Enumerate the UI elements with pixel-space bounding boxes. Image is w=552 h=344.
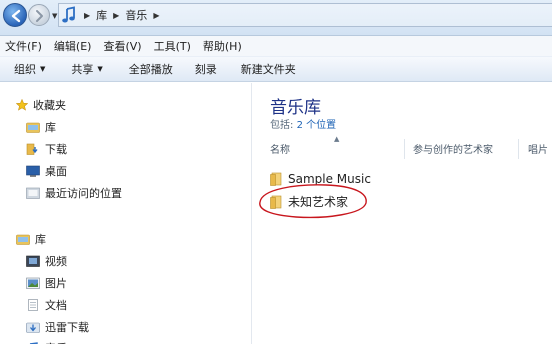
nav-lib-documents[interactable]: 文档 bbox=[26, 297, 67, 313]
nav-fav-downloads[interactable]: 下载 bbox=[26, 141, 67, 157]
desktop-icon bbox=[26, 165, 40, 177]
nav-libraries[interactable]: 库 bbox=[16, 231, 46, 247]
address-bar: ▼ ▶ 库 ▶ 音乐 ▶ bbox=[0, 0, 552, 36]
breadcrumb-separator-icon[interactable]: ▶ bbox=[113, 11, 119, 20]
library-icon bbox=[16, 234, 30, 245]
nav-favorites[interactable]: 收藏夹 bbox=[16, 97, 66, 113]
menu-bar: 文件(F) 编辑(E) 查看(V) 工具(T) 帮助(H) bbox=[0, 36, 552, 56]
nav-lib-thunder-downloads-label: 迅雷下载 bbox=[45, 321, 89, 334]
play-all-button[interactable]: 全部播放 bbox=[129, 61, 173, 77]
nav-lib-pictures[interactable]: 图片 bbox=[26, 275, 67, 291]
video-library-icon bbox=[26, 255, 40, 267]
nav-fav-downloads-label: 下载 bbox=[45, 143, 67, 156]
organize-button[interactable]: 组织 ▼ bbox=[14, 61, 45, 77]
nav-fav-recent-label: 最近访问的位置 bbox=[45, 187, 122, 200]
downloads-folder-icon bbox=[26, 143, 38, 155]
forward-arrow-icon bbox=[36, 10, 43, 22]
breadcrumb-item-library[interactable]: 库 bbox=[96, 7, 107, 23]
red-hand-drawn-circle-annotation bbox=[259, 184, 367, 219]
nav-lib-videos[interactable]: 视频 bbox=[26, 253, 67, 269]
recent-pages-dropdown[interactable]: ▼ bbox=[52, 12, 57, 20]
back-button[interactable] bbox=[3, 3, 27, 27]
command-bar: 组织 ▼ 共享 ▼ 全部播放 刻录 新建文件夹 bbox=[0, 56, 552, 82]
new-folder-button[interactable]: 新建文件夹 bbox=[241, 61, 296, 77]
chevron-down-icon: ▼ bbox=[40, 65, 46, 73]
breadcrumb-item-music[interactable]: 音乐 bbox=[125, 7, 147, 23]
nav-lib-thunder-downloads[interactable]: 迅雷下载 bbox=[26, 319, 89, 335]
nav-lib-videos-label: 视频 bbox=[45, 255, 67, 268]
back-arrow-icon bbox=[11, 9, 21, 23]
nav-fav-library[interactable]: 库 bbox=[26, 119, 56, 135]
documents-library-icon bbox=[28, 299, 38, 311]
menu-edit[interactable]: 编辑(E) bbox=[54, 38, 92, 54]
breadcrumb-separator-icon[interactable]: ▶ bbox=[153, 11, 159, 20]
pictures-library-icon bbox=[26, 277, 40, 289]
menu-tools[interactable]: 工具(T) bbox=[154, 38, 191, 54]
nav-lib-documents-label: 文档 bbox=[45, 299, 67, 312]
breadcrumb: ▶ 库 ▶ 音乐 ▶ bbox=[60, 4, 159, 26]
menu-help[interactable]: 帮助(H) bbox=[203, 38, 242, 54]
organize-label: 组织 bbox=[14, 63, 36, 76]
chevron-down-icon: ▼ bbox=[97, 65, 103, 73]
menu-file[interactable]: 文件(F) bbox=[5, 38, 42, 54]
share-button[interactable]: 共享 ▼ bbox=[71, 61, 102, 77]
nav-fav-recent[interactable]: 最近访问的位置 bbox=[26, 185, 122, 201]
nav-favorites-label: 收藏夹 bbox=[33, 99, 66, 112]
nav-fav-desktop-label: 桌面 bbox=[45, 165, 67, 178]
navigation-pane: 收藏夹 库 下载 桌面 最近访问的位置 库 视频 图片 文档 迅雷下载 bbox=[0, 83, 252, 344]
nav-fav-desktop[interactable]: 桌面 bbox=[26, 163, 67, 179]
content-pane: 音乐库 包括: 2 个位置 ▲ 名称 参与创作的艺术家 唱片 Sample Mu… bbox=[256, 83, 552, 344]
nav-lib-music-partial[interactable]: 音乐 bbox=[26, 340, 67, 344]
library-icon bbox=[26, 122, 40, 133]
forward-button[interactable] bbox=[28, 4, 50, 26]
menu-view[interactable]: 查看(V) bbox=[103, 38, 141, 54]
downloads-library-icon bbox=[26, 322, 40, 333]
music-library-icon bbox=[62, 6, 75, 23]
recent-places-icon bbox=[26, 187, 40, 199]
nav-fav-library-label: 库 bbox=[45, 121, 56, 134]
nav-libraries-label: 库 bbox=[35, 233, 46, 246]
share-label: 共享 bbox=[71, 63, 94, 76]
star-icon bbox=[16, 99, 28, 111]
burn-button[interactable]: 刻录 bbox=[195, 61, 217, 77]
nav-lib-music-partial-label: 音乐 bbox=[45, 340, 67, 344]
breadcrumb-separator-icon[interactable]: ▶ bbox=[84, 11, 90, 20]
nav-lib-pictures-label: 图片 bbox=[45, 277, 67, 290]
